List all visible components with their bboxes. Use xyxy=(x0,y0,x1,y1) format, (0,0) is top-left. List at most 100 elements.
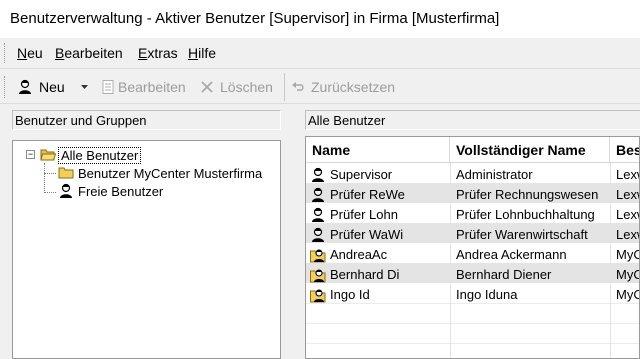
column-header-name-label: Name xyxy=(312,142,351,158)
reset-button[interactable]: Zurücksetzen xyxy=(290,75,395,99)
delete-button[interactable]: Löschen xyxy=(199,75,273,99)
cell-full-name: Bernhard Diener xyxy=(456,267,552,282)
table-row[interactable]: Prüfer WaWi Prüfer Warenwirtschaft Lexw xyxy=(306,223,639,243)
cell-name: Prüfer WaWi xyxy=(310,223,448,243)
user-icon xyxy=(17,79,33,95)
user-icon xyxy=(58,183,74,199)
menu-hilfe-accel: H xyxy=(188,45,199,61)
title-bar: Benutzerverwaltung - Aktiver Benutzer [S… xyxy=(0,0,640,38)
cell-full-name: Andrea Ackermann xyxy=(456,247,567,262)
new-button-label: Neu xyxy=(39,79,65,95)
tree-item-mycenter[interactable]: Benutzer MyCenter Musterfirma xyxy=(58,164,264,182)
cell-name-text: Bernhard Di xyxy=(330,267,400,282)
cell-full-name: Prüfer Warenwirtschaft xyxy=(456,227,588,242)
tree-connector xyxy=(44,163,45,193)
users-table[interactable]: Name Vollständiger Name Bes Supervisor Ad… xyxy=(305,136,640,359)
menu-bearbeiten[interactable]: Bearbeiten xyxy=(55,45,123,61)
table-row[interactable]: Prüfer Lohn Prüfer Lohnbuchhaltung Lexw xyxy=(306,203,639,223)
cell-full-name: Prüfer Lohnbuchhaltung xyxy=(456,207,595,222)
menu-bearbeiten-label: earbeiten xyxy=(64,45,123,61)
menu-neu[interactable]: Neu xyxy=(17,45,43,61)
undo-icon xyxy=(290,79,306,95)
tree-collapse-toggle[interactable]: − xyxy=(26,150,35,159)
menubar-grip[interactable] xyxy=(4,43,6,63)
groups-tree[interactable]: − Alle Benutzer Benutzer MyCenter Muster… xyxy=(12,140,281,359)
folder-icon xyxy=(58,165,74,181)
menu-extras[interactable]: Extras xyxy=(138,45,178,61)
table-row[interactable]: Supervisor Administrator Lexw xyxy=(306,163,639,183)
new-dropdown-arrow[interactable] xyxy=(80,75,89,99)
table-row[interactable]: Bernhard Di Bernhard Diener MyC xyxy=(306,263,639,283)
document-edit-icon xyxy=(100,79,116,95)
cell-name: AndreaAc xyxy=(310,243,448,263)
panel-splitter[interactable] xyxy=(290,104,298,359)
edit-button-label: Bearbeiten xyxy=(118,79,186,95)
cell-name: Supervisor xyxy=(310,163,448,183)
cell-name: Bernhard Di xyxy=(310,263,448,283)
column-divider xyxy=(450,163,451,358)
toolbar: Neu Bearbeiten Löschen Zurücksetzen xyxy=(0,68,640,104)
column-header-description-label: Bes xyxy=(616,142,640,158)
cell-description: MyC xyxy=(616,267,639,282)
cell-description: Lexw xyxy=(616,187,639,202)
user-folder-icon xyxy=(310,287,326,303)
menu-neu-accel: N xyxy=(17,45,28,61)
column-header-full-name-label: Vollständiger Name xyxy=(456,142,586,158)
tree-item-freie-benutzer[interactable]: Freie Benutzer xyxy=(58,182,165,200)
user-dark-icon xyxy=(310,167,326,183)
cell-name-text: Ingo Id xyxy=(330,287,370,302)
menu-extras-label: xtras xyxy=(147,45,178,61)
groups-panel-title: Benutzer und Gruppen xyxy=(15,113,147,128)
cell-name: Prüfer ReWe xyxy=(310,183,448,203)
cell-full-name: Ingo Iduna xyxy=(456,287,518,302)
cell-name-text: Supervisor xyxy=(330,167,393,182)
cell-name: Prüfer Lohn xyxy=(310,203,448,223)
menu-bar: Neu Bearbeiten Extras Hilfe xyxy=(0,38,640,68)
user-dark-icon xyxy=(310,227,326,243)
menu-extras-accel: E xyxy=(138,45,148,61)
table-row[interactable]: AndreaAc Andrea Ackermann MyC xyxy=(306,243,639,263)
table-header: Name Vollständiger Name Bes xyxy=(306,137,640,163)
window-title: Benutzerverwaltung - Aktiver Benutzer [S… xyxy=(10,10,500,27)
user-folder-icon xyxy=(310,267,326,283)
table-row[interactable]: Ingo Id Ingo Iduna MyC xyxy=(306,283,639,303)
cell-name-text: AndreaAc xyxy=(330,247,388,262)
cell-full-name: Administrator xyxy=(456,167,533,182)
tree-connector xyxy=(44,192,56,193)
tree-item-alle-benutzer[interactable]: Alle Benutzer xyxy=(40,146,142,164)
cell-description: Lexw xyxy=(616,167,639,182)
cell-description: MyC xyxy=(616,247,639,262)
tree-item-mycenter-label: Benutzer MyCenter Musterfirma xyxy=(78,165,263,181)
menu-neu-label: eu xyxy=(27,45,43,61)
toolbar-grip[interactable] xyxy=(4,76,6,98)
users-panel-header: Alle Benutzer xyxy=(305,110,640,130)
column-divider xyxy=(610,163,611,358)
new-button[interactable]: Neu xyxy=(17,75,65,99)
menu-hilfe[interactable]: Hilfe xyxy=(188,45,216,61)
table-row[interactable]: Prüfer ReWe Prüfer Rechnungswesen Lexw xyxy=(306,183,639,203)
groups-panel-header: Benutzer und Gruppen xyxy=(12,110,281,130)
cell-description: Lexw xyxy=(616,207,639,222)
menu-bearbeiten-accel: B xyxy=(55,45,65,61)
cell-name: Ingo Id xyxy=(310,283,448,303)
cell-full-name: Prüfer Rechnungswesen xyxy=(456,187,599,202)
tree-item-alle-benutzer-label: Alle Benutzer xyxy=(58,146,142,164)
folder-open-icon xyxy=(40,147,57,163)
caret-down-icon xyxy=(80,79,89,95)
delete-button-label: Löschen xyxy=(220,79,273,95)
edit-button[interactable]: Bearbeiten xyxy=(100,75,186,99)
toolbar-separator xyxy=(284,73,285,101)
tree-connector xyxy=(44,173,56,174)
cell-name-text: Prüfer WaWi xyxy=(330,227,404,242)
reset-button-label: Zurücksetzen xyxy=(311,79,396,95)
user-dark-icon xyxy=(310,187,326,203)
cell-name-text: Prüfer ReWe xyxy=(330,187,405,202)
empty-row-line xyxy=(306,303,639,304)
column-header-description[interactable]: Bes xyxy=(610,137,640,163)
cell-description: Lexw xyxy=(616,227,639,242)
tree-item-freie-benutzer-label: Freie Benutzer xyxy=(78,183,164,199)
column-header-full-name[interactable]: Vollständiger Name xyxy=(450,137,610,163)
cell-description: MyC xyxy=(616,287,639,302)
user-folder-icon xyxy=(310,247,326,263)
column-header-name[interactable]: Name xyxy=(306,137,450,163)
